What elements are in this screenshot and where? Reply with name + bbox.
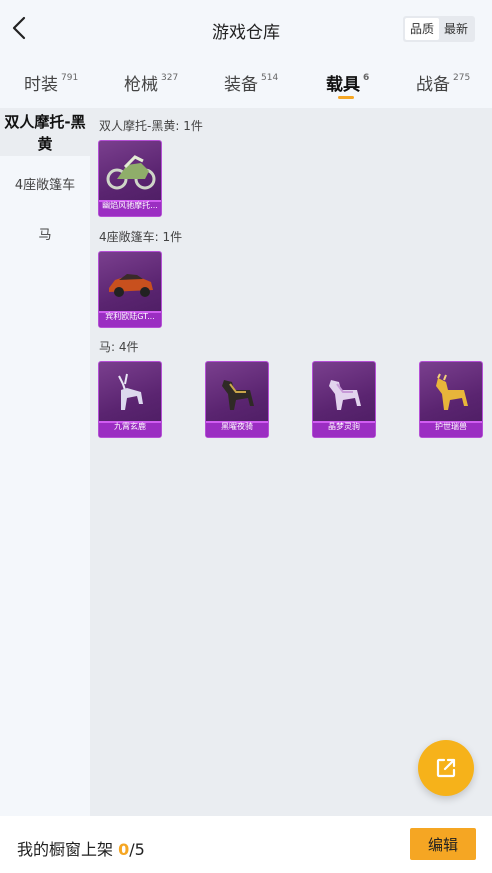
item-name: 幽焰风驰摩托... bbox=[102, 201, 158, 210]
horse-icon bbox=[329, 380, 361, 410]
section-title: 双人摩托-黑黄: 1件 bbox=[99, 119, 203, 133]
tab-label: 战备 bbox=[416, 75, 450, 95]
item-name: 九霄玄鹿 bbox=[114, 422, 146, 431]
sort-option-quality[interactable]: 品质 bbox=[405, 18, 439, 40]
horse-icon bbox=[222, 380, 254, 410]
share-button[interactable] bbox=[418, 740, 474, 796]
item-name: 晶梦灵驹 bbox=[328, 422, 360, 431]
tab-fashion[interactable]: 时装 791 bbox=[24, 70, 78, 95]
tab-supplies[interactable]: 战备 275 bbox=[416, 70, 470, 95]
external-link-icon bbox=[436, 758, 456, 778]
sort-option-newest[interactable]: 最新 bbox=[439, 18, 473, 40]
car-icon bbox=[109, 274, 153, 297]
item-name: 黑曜夜骑 bbox=[221, 422, 253, 431]
sidebar-item-convertible[interactable]: 4座敞篷车 bbox=[0, 174, 90, 193]
showcase-current: 0 bbox=[118, 840, 130, 859]
tab-vehicles[interactable]: 载具 6 bbox=[326, 70, 369, 95]
item-card[interactable]: 黑曜夜骑 bbox=[205, 361, 269, 438]
tab-count: 275 bbox=[453, 73, 471, 84]
beast-icon bbox=[436, 373, 468, 410]
tab-label: 枪械 bbox=[124, 75, 158, 95]
top-bar: 游戏仓库 品质 最新 bbox=[0, 0, 492, 58]
deer-icon bbox=[118, 373, 143, 410]
sort-toggle: 品质 最新 bbox=[403, 16, 475, 42]
section-title: 4座敞篷车: 1件 bbox=[99, 230, 183, 244]
active-tab-indicator bbox=[338, 96, 354, 99]
tab-count: 327 bbox=[161, 73, 179, 84]
section-title: 马: 4件 bbox=[99, 340, 139, 354]
motorcycle-icon bbox=[106, 155, 156, 190]
item-card[interactable]: 晶梦灵驹 bbox=[312, 361, 376, 438]
tab-guns[interactable]: 枪械 327 bbox=[124, 70, 178, 95]
tab-equipment[interactable]: 装备 514 bbox=[224, 70, 278, 95]
tab-count: 514 bbox=[261, 73, 279, 84]
showcase-label: 我的橱窗上架 bbox=[17, 840, 119, 859]
item-list: 双人摩托-黑黄: 1件 幽焰风驰摩托... 4座敞篷车: 1件 宾利欧陆GT..… bbox=[90, 108, 492, 816]
sidebar-item-horse[interactable]: 马 bbox=[0, 224, 90, 243]
showcase-total: /5 bbox=[129, 840, 145, 859]
sidebar-item-motorcycle[interactable]: 双人摩托-黑黄 bbox=[0, 108, 90, 156]
showcase-count: 我的橱窗上架 0/5 bbox=[17, 836, 145, 860]
category-tabs: 时装 791 枪械 327 装备 514 载具 6 战备 275 bbox=[0, 60, 492, 106]
item-card[interactable]: 九霄玄鹿 bbox=[98, 361, 162, 438]
edit-button[interactable]: 编辑 bbox=[410, 828, 476, 860]
sidebar: 双人摩托-黑黄 4座敞篷车 马 bbox=[0, 108, 90, 816]
item-card[interactable]: 护世瑞兽 bbox=[419, 361, 483, 438]
tab-count: 791 bbox=[61, 73, 79, 84]
item-card[interactable]: 宾利欧陆GT... bbox=[98, 251, 162, 328]
tab-count: 6 bbox=[363, 73, 370, 84]
tab-label: 载具 bbox=[326, 75, 360, 95]
item-name: 宾利欧陆GT... bbox=[105, 312, 155, 321]
tab-label: 装备 bbox=[224, 75, 258, 95]
item-name: 护世瑞兽 bbox=[435, 422, 467, 431]
tab-label: 时装 bbox=[24, 75, 58, 95]
bottom-bar: 我的橱窗上架 0/5 编辑 bbox=[0, 816, 492, 873]
item-card[interactable]: 幽焰风驰摩托... bbox=[98, 140, 162, 217]
